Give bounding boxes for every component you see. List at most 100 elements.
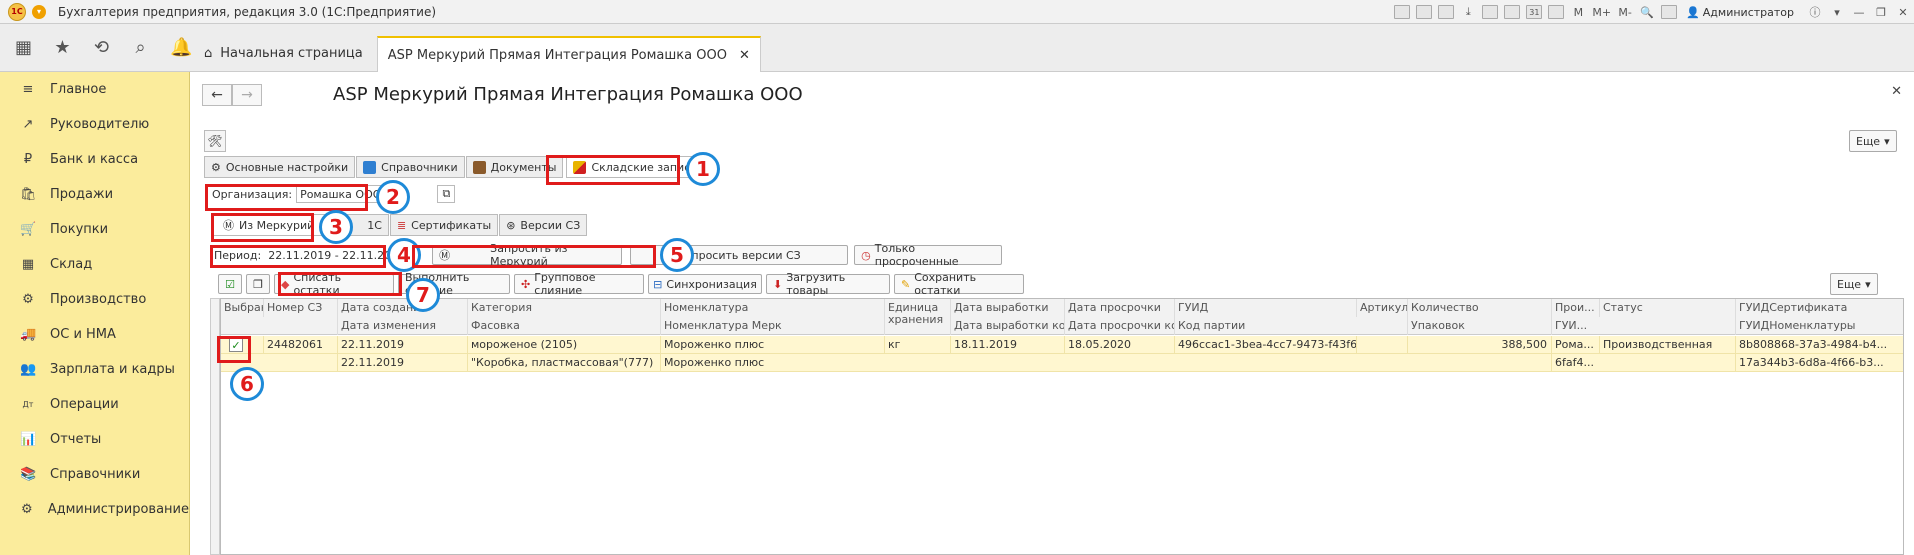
col-produced-end[interactable]: Дата выработки кон <box>950 317 1064 335</box>
col-changed[interactable]: Дата изменения <box>337 317 467 335</box>
table-icon[interactable] <box>1504 5 1521 19</box>
preview-icon[interactable] <box>1438 5 1455 19</box>
button-label: Только просроченные <box>874 242 959 268</box>
search-icon[interactable]: ⌕ <box>131 37 150 58</box>
close-tab-icon[interactable]: ✕ <box>739 48 750 63</box>
sidebar-item-production[interactable]: ⚙ Производство <box>0 282 189 317</box>
calculator-icon[interactable] <box>1548 5 1565 19</box>
only-overdue-button[interactable]: ◷ Только просроченные <box>854 242 1003 268</box>
col-packages[interactable]: Упаковок <box>1407 317 1551 335</box>
back-button[interactable]: ← <box>202 84 232 106</box>
tab-active[interactable]: ASP Меркурий Прямая Интеграция Ромашка О… <box>376 36 761 72</box>
history-icon[interactable]: ⟲ <box>92 37 111 58</box>
sidebar-item-sales[interactable]: 🛍 Продажи <box>0 177 189 212</box>
col-packing[interactable]: Фасовка <box>467 317 660 335</box>
col-guid[interactable]: ГУИД <box>1174 299 1356 317</box>
more-button-grid[interactable]: Еще ▾ <box>1830 273 1878 295</box>
tab-certificates[interactable]: ≣ Сертификаты <box>389 214 499 236</box>
trend-icon: ↗ <box>22 117 34 132</box>
memory-plus-button[interactable]: M+ <box>1592 4 1611 20</box>
zoom-icon[interactable]: 🔍 <box>1639 4 1655 20</box>
col-article[interactable]: Артикул <box>1356 299 1407 317</box>
save-stock-icon: ✎ <box>901 277 911 291</box>
col-selected[interactable]: Выбран <box>221 299 263 317</box>
tools-button[interactable]: 🛠 <box>204 130 226 152</box>
sidebar-item-reports[interactable]: 📊 Отчеты <box>0 422 189 457</box>
print-icon[interactable] <box>1416 5 1433 19</box>
open-org-icon[interactable]: ⧉ <box>437 185 456 203</box>
col-created[interactable]: Дата создания <box>337 299 467 317</box>
col-status[interactable]: Статус <box>1599 299 1735 317</box>
chevron-down-icon: ▾ <box>1865 277 1871 291</box>
col-nomenclature-merc[interactable]: Номенклатура Мерк <box>660 317 884 335</box>
more-button-top[interactable]: Еще ▾ <box>1849 130 1897 152</box>
info-icon[interactable]: ⓘ <box>1807 4 1823 20</box>
cell-category: мороженое (2105) <box>467 336 660 354</box>
sidebar-item-bank[interactable]: ₽ Банк и касса <box>0 142 189 177</box>
table-row[interactable]: 22.11.2019 "Коробка, пластмассовая"(777)… <box>221 354 1903 372</box>
save-icon[interactable] <box>1394 5 1411 19</box>
col-produced[interactable]: Дата выработки <box>950 299 1064 317</box>
col-expires-end[interactable]: Дата просрочки кон <box>1064 317 1174 335</box>
col-quantity[interactable]: Количество <box>1407 299 1551 317</box>
col-number[interactable]: Номер СЗ <box>263 299 337 317</box>
check-all-button[interactable]: ☑ <box>218 274 242 294</box>
sidebar-item-salary[interactable]: 👥 Зарплата и кадры <box>0 352 189 387</box>
highlight-period <box>210 245 386 268</box>
app-menu-icon[interactable]: ▾ <box>32 4 46 19</box>
highlight-organization <box>205 184 368 211</box>
col-producer[interactable]: Прои... <box>1551 299 1599 317</box>
tab-main-settings[interactable]: ⚙ Основные настройки <box>204 156 356 178</box>
close-form-icon[interactable]: ✕ <box>1891 84 1902 99</box>
sidebar-item-operations[interactable]: Дт Операции <box>0 387 189 422</box>
button-label: Синхронизация <box>666 277 757 291</box>
bell-icon[interactable]: 🔔 <box>170 37 192 58</box>
col-nom-guid[interactable]: ГУИДНоменклатуры <box>1735 317 1903 335</box>
cell-unit: кг <box>884 336 950 354</box>
restore-icon[interactable]: ❐ <box>1873 4 1889 20</box>
cell-quantity: 388,500 <box>1407 336 1551 354</box>
cell-producer: Рома... <box>1551 336 1599 354</box>
sidebar-item-warehouse[interactable]: ▦ Склад <box>0 247 189 282</box>
col-unit[interactable]: Единица хранения <box>884 299 950 335</box>
col-category[interactable]: Категория <box>467 299 660 317</box>
calendar-icon[interactable]: 31 <box>1526 5 1543 19</box>
sidebar-item-purchases[interactable]: 🛒 Покупки <box>0 212 189 247</box>
forward-button[interactable]: → <box>232 84 262 106</box>
sidebar-item-assets[interactable]: 🚚 ОС и НМА <box>0 317 189 352</box>
col-batch-code[interactable]: Код партии <box>1174 317 1356 335</box>
layout-icon[interactable] <box>1661 5 1678 19</box>
download-icon[interactable]: ⤓ <box>1460 4 1476 20</box>
memory-m-button[interactable]: M <box>1570 4 1586 20</box>
col-expires[interactable]: Дата просрочки <box>1064 299 1174 317</box>
tab-versions[interactable]: ⊛ Версии СЗ <box>499 214 588 236</box>
bag-icon: 🛍 <box>20 187 37 202</box>
group-merge-button[interactable]: ✣ Групповое слияние <box>514 271 644 297</box>
memory-minus-button[interactable]: M- <box>1617 4 1633 20</box>
col-cert-guid[interactable]: ГУИДСертификата <box>1735 299 1903 317</box>
sidebar-item-main[interactable]: ≡ Главное <box>0 72 189 107</box>
annotation-badge-2: 2 <box>376 180 410 214</box>
sidebar-item-manager[interactable]: ↗ Руководителю <box>0 107 189 142</box>
sidebar-item-admin[interactable]: ⚙ Администрирование <box>0 492 189 527</box>
app-logo-icon[interactable]: 1С <box>8 2 26 21</box>
minimize-icon[interactable]: — <box>1851 4 1867 20</box>
document-icon[interactable] <box>1482 5 1499 19</box>
col-producer-guid[interactable]: ГУИ... <box>1551 317 1599 335</box>
sidebar-item-references[interactable]: 📚 Справочники <box>0 457 189 492</box>
favorites-star-icon[interactable]: ★ <box>53 37 72 58</box>
col-nomenclature[interactable]: Номенклатура <box>660 299 884 317</box>
tab-label: Сертификаты <box>411 218 492 232</box>
table-row[interactable]: ✓ 24482061 22.11.2019 мороженое (2105) М… <box>221 336 1903 354</box>
save-stock-button[interactable]: ✎ Сохранить остатки <box>894 271 1024 297</box>
load-goods-button[interactable]: ⬇ Загрузить товары <box>766 271 890 297</box>
tab-home[interactable]: ⌂ Начальная страница <box>190 35 377 71</box>
user-menu[interactable]: 👤 Администратор <box>1686 6 1794 19</box>
apps-grid-icon[interactable]: ▦ <box>14 37 33 58</box>
copy-button[interactable]: ❐ <box>246 274 270 294</box>
truck-icon: 🚚 <box>20 327 37 342</box>
tab-references[interactable]: Справочники <box>356 156 465 178</box>
close-window-icon[interactable]: ✕ <box>1895 4 1911 20</box>
chevron-down-icon[interactable]: ▾ <box>1829 4 1845 20</box>
sync-button[interactable]: ⊟ Синхронизация <box>648 274 762 294</box>
